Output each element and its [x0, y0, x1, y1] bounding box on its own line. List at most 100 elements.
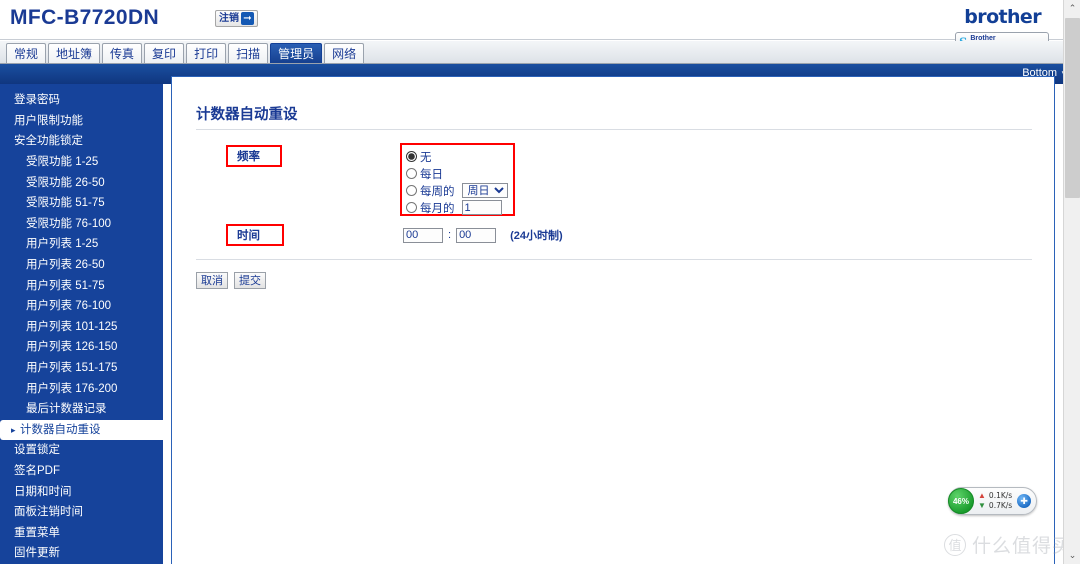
- sidebar-item-5[interactable]: 受限功能 51-75: [0, 193, 163, 214]
- frequency-radio-3[interactable]: [406, 202, 417, 213]
- time-row: : (24小时制): [403, 227, 563, 243]
- sidebar-item-label: 用户列表 151-175: [26, 362, 118, 375]
- sidebar-item-8[interactable]: 用户列表 26-50: [0, 255, 163, 276]
- sidebar-item-1[interactable]: 用户限制功能: [0, 111, 163, 132]
- tab-1[interactable]: 地址簿: [48, 43, 101, 63]
- time-hour-input[interactable]: [403, 227, 443, 243]
- sidebar-item-22[interactable]: 固件更新: [0, 543, 163, 564]
- sidebar-item-14[interactable]: 用户列表 176-200: [0, 378, 163, 399]
- main-tabbar: 常规 地址簿 传真 复印 打印 扫描 管理员 网络: [0, 41, 1063, 64]
- title-divider: [196, 129, 1032, 130]
- cancel-button[interactable]: 取消: [196, 272, 228, 289]
- sidebar-item-18[interactable]: 签名PDF: [0, 461, 163, 482]
- tab-3[interactable]: 复印: [144, 43, 185, 63]
- sidebar-item-13[interactable]: 用户列表 151-175: [0, 358, 163, 379]
- time-minute-input[interactable]: [456, 227, 497, 243]
- sidebar-item-0[interactable]: 登录密码: [0, 90, 163, 111]
- tab-label: 网络: [332, 47, 357, 61]
- globe-icon[interactable]: ✚: [1017, 494, 1032, 508]
- weekday-select[interactable]: 周日周一周二周三周四周五周六: [461, 183, 508, 198]
- frequency-radio-0[interactable]: [406, 151, 417, 162]
- scrollbar-track[interactable]: [1064, 198, 1080, 547]
- sidebar-item-label: 受限功能 26-50: [26, 176, 105, 189]
- cpu-usage-dial: 46%: [948, 488, 974, 514]
- tab-2[interactable]: 传真: [102, 43, 143, 63]
- tab-7[interactable]: 网络: [324, 43, 365, 63]
- sidebar-item-6[interactable]: 受限功能 76-100: [0, 214, 163, 235]
- tab-label: 扫描: [236, 47, 261, 61]
- sidebar-item-2[interactable]: 安全功能锁定: [0, 131, 163, 152]
- tab-label: 复印: [152, 47, 177, 61]
- scroll-down-button[interactable]: ⌄: [1064, 547, 1080, 564]
- sidebar-item-7[interactable]: 用户列表 1-25: [0, 234, 163, 255]
- page-header: MFC-B7720DN 注销 ➞ brother S Brother Solut…: [0, 0, 1063, 54]
- frequency-option-3[interactable]: 每月的: [406, 199, 507, 216]
- sidebar-item-label: 面板注销时间: [14, 506, 83, 519]
- upload-rate-value: 0.1K/s: [988, 491, 1013, 500]
- sidebar-item-label: 受限功能 51-75: [26, 197, 105, 210]
- download-rate-line: ▼ 0.7K/s: [978, 501, 1012, 511]
- sidebar-item-label: 用户限制功能: [14, 114, 83, 127]
- sidebar-item-12[interactable]: 用户列表 126-150: [0, 337, 163, 358]
- frequency-option-label[interactable]: 无: [420, 149, 432, 165]
- printer-web-ui: MFC-B7720DN 注销 ➞ brother S Brother Solut…: [0, 0, 1080, 564]
- time-label-box: 时间: [226, 224, 284, 246]
- frequency-label-box: 频率: [226, 145, 282, 167]
- frequency-option-label[interactable]: 每月的: [420, 200, 455, 216]
- tab-0[interactable]: 常规: [6, 43, 47, 63]
- form-divider: [196, 259, 1032, 260]
- monthly-day-input[interactable]: [461, 200, 502, 215]
- sidebar-item-label: 设置锁定: [14, 444, 60, 457]
- scrollbar-thumb[interactable]: [1065, 18, 1080, 198]
- tab-6[interactable]: 管理员: [270, 43, 323, 63]
- frequency-option-0[interactable]: 无: [406, 148, 507, 165]
- sidebar-item-17[interactable]: 设置锁定: [0, 440, 163, 461]
- submit-button[interactable]: 提交: [234, 272, 266, 289]
- time-label: 时间: [237, 230, 260, 242]
- download-rate-value: 0.7K/s: [988, 501, 1013, 510]
- sidebar-item-label: 固件更新: [14, 547, 60, 560]
- sidebar-item-label: 最后计数器记录: [26, 403, 107, 416]
- form-button-row: 取消 提交: [196, 272, 266, 289]
- frequency-option-2[interactable]: 每周的周日周一周二周三周四周五周六: [406, 182, 508, 199]
- frequency-option-label[interactable]: 每周的: [420, 183, 455, 199]
- frequency-radio-2[interactable]: [406, 185, 417, 196]
- brother-logo: brother: [964, 6, 1041, 28]
- sidebar-item-15[interactable]: 最后计数器记录: [0, 399, 163, 420]
- sidebar-item-16[interactable]: 计数器自动重设: [0, 419, 169, 441]
- sidebar-menu: 登录密码用户限制功能 安全功能锁定受限功能 1-25 受限功能 26-50 受限功能 …: [0, 84, 169, 564]
- sidebar-item-3[interactable]: 受限功能 1-25: [0, 152, 163, 173]
- logout-button[interactable]: 注销 ➞: [215, 10, 258, 27]
- sidebar-item-label: 用户列表 176-200: [26, 382, 118, 395]
- sidebar-item-9[interactable]: 用户列表 51-75: [0, 275, 163, 296]
- sidebar-item-11[interactable]: 用户列表 101-125: [0, 317, 163, 338]
- sidebar-item-20[interactable]: 面板注销时间: [0, 502, 163, 523]
- sidebar-item-19[interactable]: 日期和时间: [0, 481, 163, 502]
- arrow-right-icon: ➞: [241, 12, 254, 25]
- frequency-option-1[interactable]: 每日: [406, 165, 507, 182]
- network-rates: ▲ 0.1K/s ▼ 0.7K/s: [978, 491, 1012, 511]
- sidebar-item-21[interactable]: 重置菜单: [0, 522, 163, 543]
- sidebar-item-10[interactable]: 用户列表 76-100: [0, 296, 163, 317]
- vertical-scrollbar[interactable]: ⌃ ⌄: [1063, 0, 1080, 564]
- sidebar-item-label: 用户列表 51-75: [26, 279, 105, 292]
- frequency-option-label[interactable]: 每日: [420, 166, 443, 182]
- frequency-radio-1[interactable]: [406, 168, 417, 179]
- content-panel: 计数器自动重设 频率 无每日每周的周日周一周二周三周四周五周六每月的 时间 : …: [171, 76, 1055, 564]
- upload-rate-line: ▲ 0.1K/s: [978, 491, 1012, 501]
- tab-label: 地址簿: [56, 47, 93, 61]
- network-speed-widget[interactable]: 46% ▲ 0.1K/s ▼ 0.7K/s ✚: [948, 487, 1038, 515]
- sidebar-item-4[interactable]: 受限功能 26-50: [0, 172, 163, 193]
- logout-label: 注销: [219, 13, 239, 24]
- tab-5[interactable]: 扫描: [228, 43, 269, 63]
- sidebar-item-label: 安全功能锁定: [14, 135, 83, 148]
- tab-4[interactable]: 打印: [186, 43, 227, 63]
- page-title: 计数器自动重设: [196, 107, 298, 123]
- printer-model-title: MFC-B7720DN: [10, 6, 160, 29]
- sidebar-item-label: 登录密码: [14, 94, 60, 107]
- sidebar-item-label: 日期和时间: [14, 485, 72, 498]
- scroll-up-button[interactable]: ⌃: [1064, 0, 1080, 17]
- sidebar-item-label: 计数器自动重设: [20, 423, 101, 436]
- time-separator: :: [448, 229, 452, 241]
- arrow-up-icon: ▲: [978, 491, 986, 500]
